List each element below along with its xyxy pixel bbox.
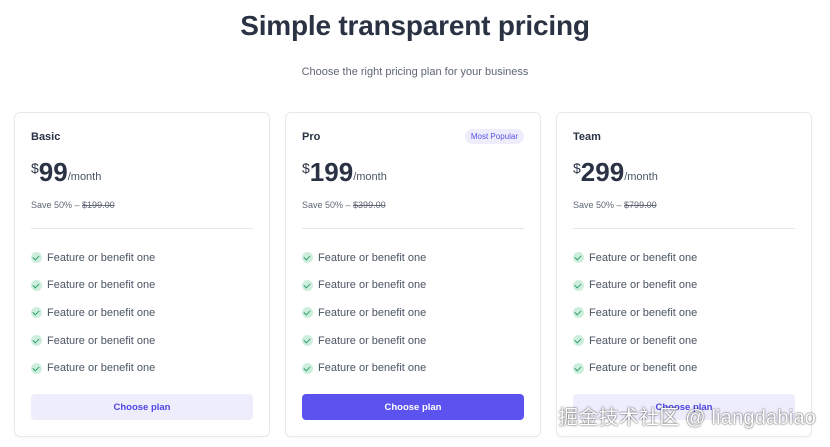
plan-savings: Save 50% – $199.00 [31,200,115,210]
feature-item: Feature or benefit one [302,244,524,272]
plan-card-basic: Basic $99/month Save 50% – $199.00 Featu… [14,112,270,437]
original-price: $799.00 [624,200,657,210]
choose-plan-button-basic[interactable]: Choose plan [31,394,253,420]
feature-item: Feature or benefit one [31,244,253,272]
divider [573,228,795,229]
price-period: /month [353,171,387,183]
pricing-cards: Basic $99/month Save 50% – $199.00 Featu… [14,112,812,442]
check-circle-icon [31,252,42,264]
feature-item: Feature or benefit one [573,299,795,327]
feature-label: Feature or benefit one [47,362,156,375]
plan-card-pro: Pro Most Popular $199/month Save 50% – $… [285,112,541,437]
feature-label: Feature or benefit one [47,306,156,319]
plan-savings: Save 50% – $399.00 [302,200,386,210]
price-currency: $ [302,160,310,176]
check-circle-icon [31,307,42,319]
check-circle-icon [31,335,42,347]
most-popular-badge: Most Popular [464,129,524,144]
price-currency: $ [31,160,39,176]
check-circle-icon [302,362,313,374]
check-circle-icon [302,307,313,319]
check-circle-icon [31,362,42,374]
price-currency: $ [573,160,581,176]
check-circle-icon [573,252,584,264]
price-period: /month [67,171,102,183]
price-amount: 199 [309,157,354,187]
feature-label: Feature or benefit one [318,334,427,347]
feature-label: Feature or benefit one [318,251,427,264]
savings-text: Save 50% – [573,200,625,210]
feature-item: Feature or benefit one [31,354,253,382]
feature-item: Feature or benefit one [302,272,524,300]
watermark: 掘金技术社区 @ liangdabiao [558,407,816,429]
page-subtitle: Choose the right pricing plan for your b… [301,66,529,78]
feature-label: Feature or benefit one [589,362,698,375]
check-circle-icon [302,335,313,347]
choose-plan-button-pro[interactable]: Choose plan [302,394,524,420]
original-price: $199.00 [82,200,115,210]
check-circle-icon [302,252,313,264]
check-circle-icon [573,335,584,347]
feature-item: Feature or benefit one [302,299,524,327]
price-amount: 99 [38,157,68,187]
divider [31,228,253,229]
check-circle-icon [573,279,584,291]
feature-list: Feature or benefit one Feature or benefi… [302,244,524,382]
plan-card-team: Team $299/month Save 50% – $799.00 Featu… [556,112,812,437]
savings-text: Save 50% – [31,200,83,210]
feature-item: Feature or benefit one [31,299,253,327]
feature-list: Feature or benefit one Feature or benefi… [31,244,253,382]
feature-item: Feature or benefit one [573,327,795,355]
feature-label: Feature or benefit one [47,334,156,347]
plan-savings: Save 50% – $799.00 [573,200,657,210]
original-price: $399.00 [353,200,386,210]
feature-label: Feature or benefit one [589,251,698,264]
feature-label: Feature or benefit one [318,279,427,292]
check-circle-icon [573,307,584,319]
price-amount: 299 [580,157,625,187]
plan-name: Pro [302,131,321,143]
plan-price: $99/month [31,159,101,185]
savings-text: Save 50% – [302,200,354,210]
feature-item: Feature or benefit one [31,272,253,300]
feature-item: Feature or benefit one [573,244,795,272]
plan-price: $199/month [302,159,387,185]
plan-name: Basic [31,131,61,143]
feature-label: Feature or benefit one [47,279,156,292]
feature-label: Feature or benefit one [47,251,156,264]
plan-name: Team [573,131,601,143]
feature-item: Feature or benefit one [573,354,795,382]
feature-label: Feature or benefit one [589,334,698,347]
feature-label: Feature or benefit one [589,279,698,292]
plan-price: $299/month [573,159,658,185]
check-circle-icon [573,362,584,374]
feature-list: Feature or benefit one Feature or benefi… [573,244,795,382]
feature-label: Feature or benefit one [318,306,427,319]
feature-label: Feature or benefit one [318,362,427,375]
page-title: Simple transparent pricing [240,10,590,41]
feature-item: Feature or benefit one [573,272,795,300]
price-period: /month [624,171,658,183]
feature-label: Feature or benefit one [589,306,698,319]
feature-item: Feature or benefit one [302,354,524,382]
feature-item: Feature or benefit one [302,327,524,355]
check-circle-icon [31,279,42,291]
divider [302,228,524,229]
check-circle-icon [302,279,313,291]
feature-item: Feature or benefit one [31,327,253,355]
